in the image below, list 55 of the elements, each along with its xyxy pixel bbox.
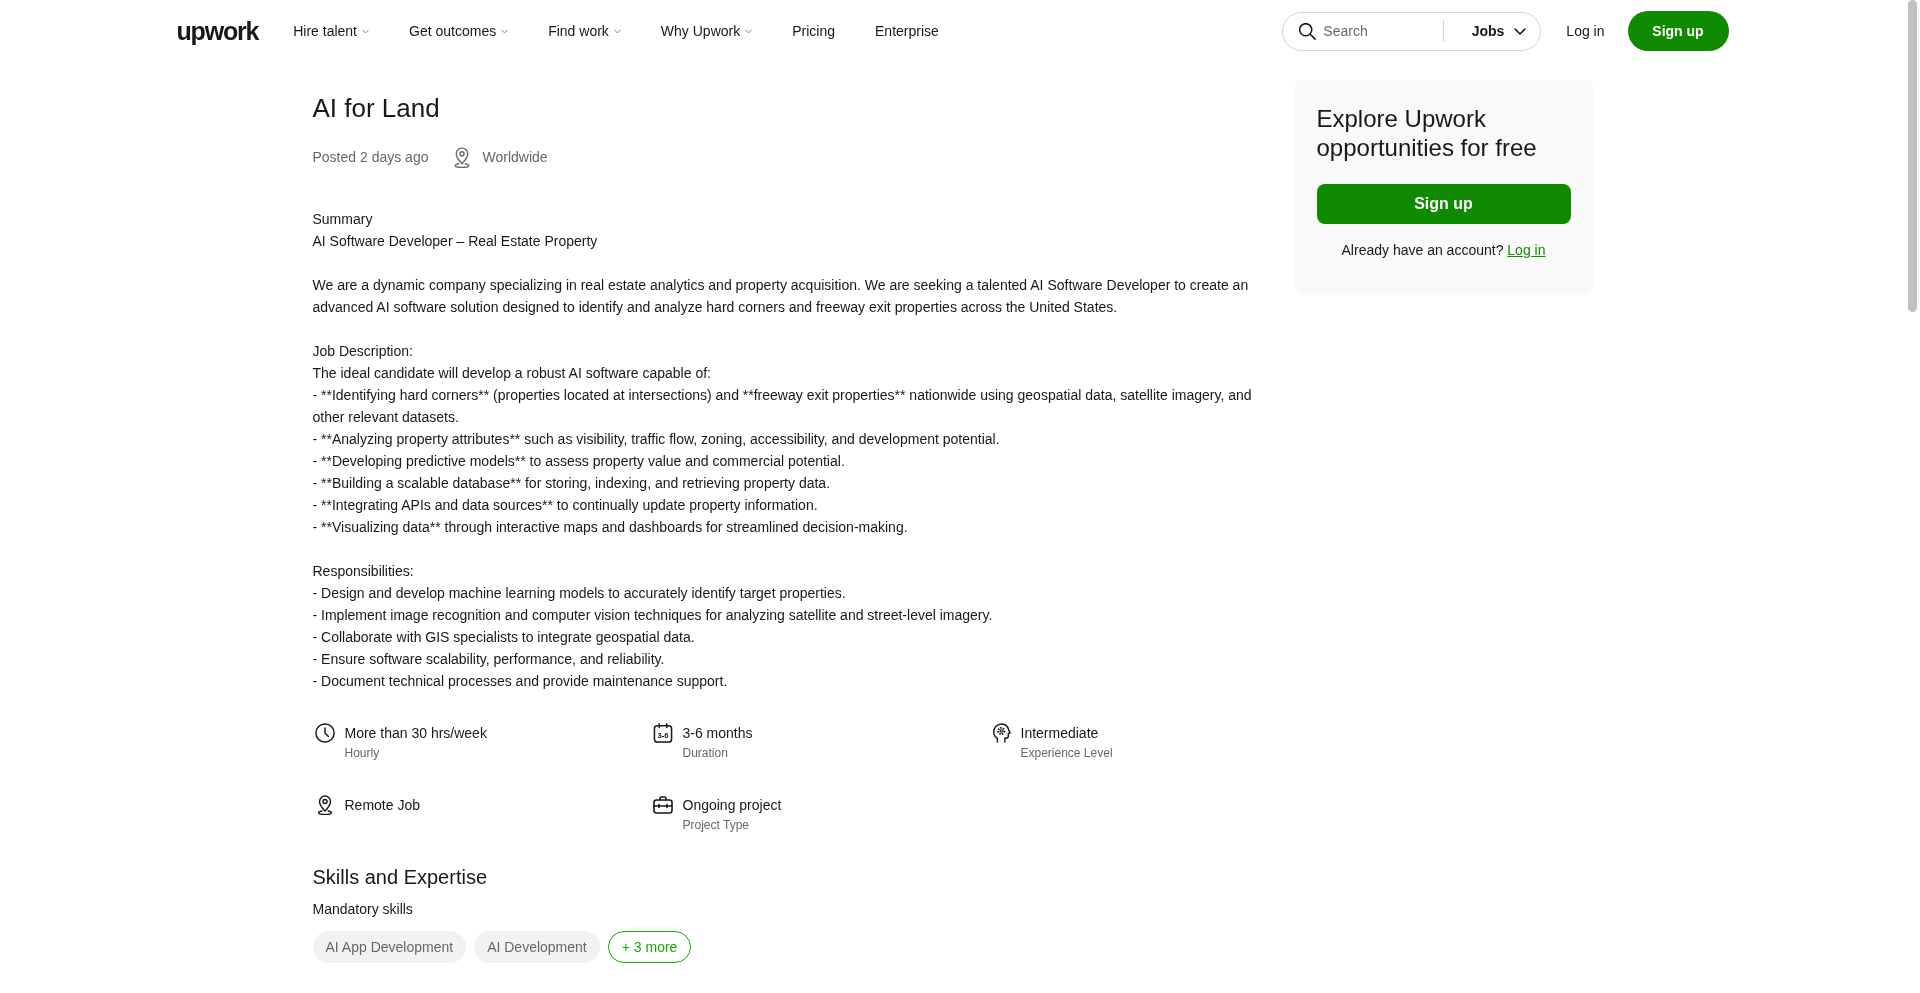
job-title: AI for Land	[312, 92, 440, 124]
detail-label: Hourly	[344, 745, 381, 761]
nav-link[interactable]: Find work	[548, 21, 621, 41]
detail-value: Intermediate	[1020, 724, 1100, 743]
description-line: AI Software Developer – Real Estate Property	[312, 232, 598, 251]
clock-icon	[314, 723, 335, 743]
description-line: Responsibilities:	[312, 562, 414, 581]
signup-button[interactable]: Sign up	[1627, 11, 1729, 51]
skill-tag[interactable]: AI App Development	[312, 931, 467, 963]
chevron-down-icon	[1514, 27, 1527, 35]
detail-label: Project Type	[682, 817, 750, 833]
section-heading: Skills and Expertise	[312, 865, 488, 890]
detail-value: More than 30 hrs/week	[344, 724, 487, 743]
calendar-icon: 3-6	[652, 723, 673, 743]
login-prompt: Already have an account? Log in	[1341, 241, 1546, 260]
description-line: - **Identifying hard corners** (properties located at intersections) and **freeway exit properties** nationwide using geospatial data, satellite imagery, and other relevant datasets.	[312, 386, 1253, 427]
detail-label: Duration	[682, 745, 729, 761]
nav-link[interactable]: Why Upwork	[660, 21, 753, 41]
detail-value: 3-6 months	[682, 724, 753, 743]
gear-head-icon	[990, 723, 1011, 743]
nav-link[interactable]: Hire talent	[293, 21, 369, 41]
nav-link[interactable]: Get outcomes	[409, 21, 509, 41]
scrollbar-thumb[interactable]	[1908, 0, 1917, 312]
location-pin-icon	[454, 146, 471, 168]
detail-value: Ongoing project	[682, 796, 782, 815]
scope-dropdown[interactable]: Jobs	[1471, 23, 1527, 39]
nav-link[interactable]: Pricing	[792, 21, 835, 41]
description-line: - **Analyzing property attributes** such as visibility, traffic flow, zoning, accessibility, and development potential.	[312, 430, 1000, 449]
posted-date: Posted 2 days ago	[312, 148, 429, 167]
signup-button[interactable]: Sign up	[1316, 184, 1571, 224]
description-line: - Document technical processes and provide maintenance support.	[312, 672, 728, 691]
login-link[interactable]: Log in	[1507, 242, 1546, 258]
description-line: - **Developing predictive models** to assess property value and commercial potential.	[312, 452, 845, 471]
search-icon	[1299, 22, 1317, 40]
card-title: Explore Upwork opportunities for free	[1316, 104, 1538, 162]
detail-label: Experience Level	[1020, 745, 1113, 761]
skill-tag[interactable]: AI Development	[474, 931, 600, 963]
description-line: Job Description:	[312, 342, 413, 361]
logo[interactable]: upwork	[176, 16, 259, 46]
job-location: Worldwide	[482, 148, 548, 167]
login-link[interactable]: Log in	[1566, 23, 1605, 39]
description-line: - Implement image recognition and computer vision techniques for analyzing satellite and street-level imagery.	[312, 606, 993, 625]
description-line: - **Building a scalable database** for storing, indexing, and retrieving property data.	[312, 474, 831, 493]
description-heading: Summary	[312, 210, 373, 229]
description-line: - Design and develop machine learning models to accurately identify target properties.	[312, 584, 846, 603]
nav-link[interactable]: Enterprise	[875, 21, 939, 41]
description-line: The ideal candidate will develop a robust AI software capable of:	[312, 364, 711, 383]
description-line: We are a dynamic company specializing in real estate analytics and property acquisition. We are seeking a talented AI Software Developer to create an advanced AI software solution designed to identify and analyze hard corners and freeway exit properties across the United States.	[312, 276, 1250, 317]
briefcase-icon	[652, 795, 673, 815]
description-line: - Ensure software scalability, performance, and reliability.	[312, 650, 665, 669]
description-line: - **Visualizing data** through interactive maps and dashboards for streamlined decision-making.	[312, 518, 908, 537]
description-line: - **Integrating APIs and data sources** to continually update property information.	[312, 496, 818, 515]
description-line: - Collaborate with GIS specialists to integrate geospatial data.	[312, 628, 695, 647]
skills-subheading: Mandatory skills	[312, 900, 413, 919]
detail-value: Remote Job	[344, 796, 420, 815]
